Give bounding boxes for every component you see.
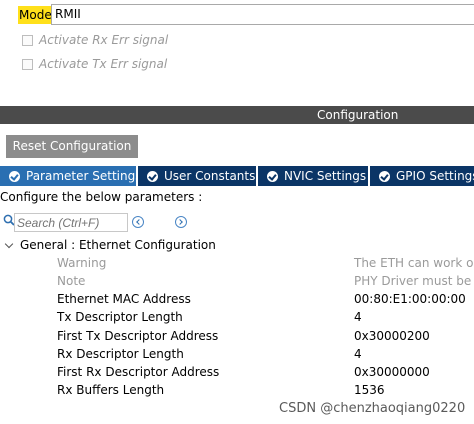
param-row-mac-address[interactable]: Ethernet MAC Address 00:80:E1:00:00:00: [0, 290, 474, 308]
mode-label: Mode: [18, 6, 53, 24]
tab-bar: Parameter Settings User Constants NVIC S…: [0, 166, 474, 186]
param-row-first-rx-desc-address[interactable]: First Rx Descriptor Address 0x30000000: [0, 363, 474, 381]
param-value[interactable]: 4: [354, 308, 362, 326]
chevron-down-icon: [4, 239, 14, 248]
configuration-header: Configuration: [0, 106, 474, 124]
watermark: CSDN @chenzhaoqiang0220: [279, 401, 466, 416]
check-circle-icon: [147, 170, 158, 182]
param-row-note[interactable]: Note PHY Driver must be co: [0, 272, 474, 290]
group-general-ethernet[interactable]: General : Ethernet Configuration: [4, 237, 216, 253]
param-name: Warning: [57, 256, 107, 270]
param-value[interactable]: 4: [354, 345, 362, 363]
param-row-warning[interactable]: Warning The ETH can work only: [0, 254, 474, 272]
param-name: Ethernet MAC Address: [57, 292, 191, 306]
param-name: Note: [57, 274, 86, 288]
tx-err-checkbox[interactable]: [22, 58, 33, 70]
mode-select[interactable]: RMII: [51, 4, 474, 25]
reset-configuration-button[interactable]: Reset Configuration: [6, 135, 138, 158]
activate-rx-err-option[interactable]: Activate Rx Err signal: [22, 32, 168, 48]
tab-label: NVIC Settings: [284, 169, 367, 183]
check-circle-icon: [9, 170, 20, 182]
param-name: First Rx Descriptor Address: [57, 365, 220, 379]
param-value[interactable]: 00:80:E1:00:00:00: [354, 290, 466, 308]
tab-label: User Constants: [164, 169, 256, 183]
param-row-tx-desc-length[interactable]: Tx Descriptor Length 4: [0, 308, 474, 326]
group-title: General : Ethernet Configuration: [20, 238, 216, 252]
search-next-button[interactable]: [175, 216, 187, 228]
param-name: First Tx Descriptor Address: [57, 329, 219, 343]
tab-gpio-settings[interactable]: GPIO Settings: [370, 166, 474, 186]
param-name: Rx Buffers Length: [57, 383, 165, 397]
param-value[interactable]: 1536: [354, 381, 385, 399]
param-name: Tx Descriptor Length: [57, 310, 183, 324]
tab-label: GPIO Settings: [396, 169, 474, 183]
param-value: The ETH can work only: [354, 256, 474, 270]
search-input[interactable]: [14, 213, 128, 232]
parameters-caption: Configure the below parameters :: [0, 190, 203, 204]
activate-tx-err-option[interactable]: Activate Tx Err signal: [22, 56, 167, 72]
eth-config-panel: Mode RMII Activate Rx Err signal Activat…: [0, 0, 474, 424]
rx-err-label: Activate Rx Err signal: [39, 33, 169, 47]
search-prev-button[interactable]: [132, 216, 144, 228]
param-value: PHY Driver must be co: [354, 274, 474, 288]
param-value[interactable]: 0x30000000: [354, 363, 430, 381]
check-circle-icon: [379, 170, 390, 182]
check-circle-icon: [267, 170, 278, 182]
param-name: Rx Descriptor Length: [57, 347, 184, 361]
tab-parameter-settings[interactable]: Parameter Settings: [0, 166, 136, 186]
param-row-rx-desc-length[interactable]: Rx Descriptor Length 4: [0, 345, 474, 363]
tab-user-constants[interactable]: User Constants: [138, 166, 256, 186]
param-row-first-tx-desc-address[interactable]: First Tx Descriptor Address 0x30000200: [0, 327, 474, 345]
tx-err-label: Activate Tx Err signal: [39, 57, 168, 71]
tab-nvic-settings[interactable]: NVIC Settings: [258, 166, 368, 186]
param-value[interactable]: 0x30000200: [354, 327, 430, 345]
rx-err-checkbox[interactable]: [22, 34, 33, 46]
param-row-rx-buffers-length[interactable]: Rx Buffers Length 1536: [0, 381, 474, 399]
configuration-title: Configuration: [317, 108, 399, 122]
tab-label: Parameter Settings: [26, 169, 136, 183]
